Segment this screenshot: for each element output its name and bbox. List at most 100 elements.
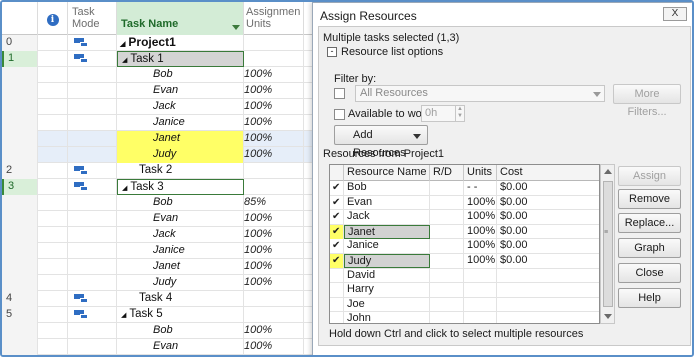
check-column-header[interactable] xyxy=(330,165,344,181)
rd-cell[interactable] xyxy=(430,195,464,210)
collapse-options-button[interactable]: - xyxy=(327,47,337,57)
task-mode-cell[interactable] xyxy=(68,211,117,227)
assign-button[interactable]: Assign xyxy=(618,166,681,186)
task-name-cell[interactable]: Judy xyxy=(117,147,244,163)
row-id-cell[interactable] xyxy=(2,147,38,163)
task-mode-cell[interactable] xyxy=(68,227,117,243)
row-id-cell[interactable] xyxy=(2,67,38,83)
table-row[interactable]: Evan 100% xyxy=(2,211,332,227)
row-id-cell[interactable] xyxy=(2,339,38,355)
task-name-cell[interactable]: ◢ Task 1 xyxy=(117,51,244,67)
replace-button[interactable]: Replace... xyxy=(618,213,681,233)
row-id-cell[interactable] xyxy=(2,195,38,211)
table-row[interactable]: Evan 100% xyxy=(2,83,332,99)
rd-cell[interactable] xyxy=(430,210,464,225)
assigned-check-icon[interactable]: ✔ xyxy=(330,181,344,195)
table-row[interactable]: 4 Task 4 xyxy=(2,291,332,307)
task-name-cell[interactable]: Janet xyxy=(117,259,244,275)
assignment-units-cell[interactable]: 85% xyxy=(244,195,304,211)
cost-cell[interactable]: $0.00 xyxy=(497,254,599,268)
assigned-check-icon[interactable] xyxy=(330,297,344,312)
resource-name-cell[interactable]: Bob xyxy=(344,181,430,195)
close-button[interactable]: Close xyxy=(618,263,681,283)
assignment-units-cell[interactable] xyxy=(244,163,304,179)
rd-cell[interactable] xyxy=(430,254,464,268)
task-name-cell[interactable]: ◢ Task 5 xyxy=(117,307,244,323)
table-row[interactable]: Bob 100% xyxy=(2,67,332,83)
task-mode-cell[interactable] xyxy=(68,275,117,291)
table-row[interactable]: 5 ◢ Task 5 xyxy=(2,307,332,323)
available-hours-input[interactable]: 0h ▲ ▼ xyxy=(421,105,465,122)
units-cell[interactable]: 100% xyxy=(464,195,497,210)
task-name-cell[interactable]: Janice xyxy=(117,243,244,259)
collapse-triangle-icon[interactable]: ◢ xyxy=(122,57,127,64)
scroll-down-icon[interactable] xyxy=(604,314,612,319)
task-name-cell[interactable]: Evan xyxy=(117,339,244,355)
filter-by-checkbox[interactable] xyxy=(334,88,345,99)
row-id-cell[interactable] xyxy=(2,99,38,115)
close-icon[interactable]: X xyxy=(663,7,687,21)
task-mode-cell[interactable] xyxy=(68,99,117,115)
task-mode-cell[interactable] xyxy=(68,163,117,179)
units-cell[interactable]: 100% xyxy=(464,224,497,239)
resource-row[interactable]: David xyxy=(330,268,599,284)
assignment-units-column-header[interactable]: Assignmen Units xyxy=(244,2,304,35)
table-row[interactable]: 1 ◢ Task 1 xyxy=(2,51,332,67)
task-name-cell[interactable]: Jack xyxy=(117,227,244,243)
task-name-cell[interactable]: Task 4 xyxy=(117,291,244,307)
cost-cell[interactable] xyxy=(497,298,599,312)
rd-cell[interactable] xyxy=(430,224,464,239)
assigned-check-icon[interactable]: ✔ xyxy=(330,239,344,254)
resource-name-cell[interactable]: Janet xyxy=(344,224,430,239)
table-row[interactable]: 2 Task 2 xyxy=(2,163,332,179)
assigned-check-icon[interactable]: ✔ xyxy=(330,210,344,225)
task-mode-cell[interactable] xyxy=(68,51,117,67)
units-cell[interactable] xyxy=(464,268,497,283)
collapse-triangle-icon[interactable]: ◢ xyxy=(122,185,127,192)
task-mode-cell[interactable] xyxy=(68,291,117,307)
task-mode-cell[interactable] xyxy=(68,179,117,195)
assignment-units-cell[interactable] xyxy=(244,307,304,323)
units-cell[interactable] xyxy=(464,312,497,323)
task-name-cell[interactable]: Evan xyxy=(117,211,244,227)
task-name-cell[interactable]: ◢ Task 3 xyxy=(117,179,244,195)
units-cell[interactable] xyxy=(464,297,497,312)
table-row[interactable]: 3 ◢ Task 3 xyxy=(2,179,332,195)
assignment-units-cell[interactable]: 100% xyxy=(244,115,304,131)
collapse-triangle-icon[interactable]: ◢ xyxy=(121,312,126,319)
assignment-units-cell[interactable]: 100% xyxy=(244,99,304,115)
row-id-cell[interactable]: 4 xyxy=(2,291,38,307)
task-name-cell[interactable]: Task 2 xyxy=(117,163,244,179)
row-id-cell[interactable] xyxy=(2,227,38,243)
units-column-header[interactable]: Units xyxy=(464,165,497,181)
table-row[interactable]: Judy 100% xyxy=(2,275,332,291)
cost-cell[interactable]: $0.00 xyxy=(497,239,599,253)
task-mode-cell[interactable] xyxy=(68,83,117,99)
cost-cell[interactable]: $0.00 xyxy=(497,181,599,195)
task-mode-column-header[interactable]: Task Mode xyxy=(68,2,117,35)
resource-row[interactable]: ✔ Janet 100% $0.00 xyxy=(330,224,599,240)
table-row[interactable]: Judy 100% xyxy=(2,147,332,163)
table-row[interactable]: Evan 100% xyxy=(2,339,332,355)
task-name-cell[interactable]: Jack xyxy=(117,99,244,115)
assignment-units-cell[interactable]: 100% xyxy=(244,227,304,243)
table-row[interactable]: Bob 85% xyxy=(2,195,332,211)
resource-row[interactable]: John xyxy=(330,312,599,323)
indicators-column-header[interactable]: i xyxy=(38,2,68,35)
scroll-up-icon[interactable] xyxy=(604,169,612,174)
units-cell[interactable]: 100% xyxy=(464,210,497,225)
cost-cell[interactable]: $0.00 xyxy=(497,225,599,239)
id-column-header[interactable] xyxy=(2,2,38,35)
rd-cell[interactable] xyxy=(430,239,464,254)
task-mode-cell[interactable] xyxy=(68,67,117,83)
row-id-cell[interactable]: 1 xyxy=(2,51,38,67)
units-cell[interactable] xyxy=(464,283,497,298)
rd-cell[interactable] xyxy=(430,181,464,195)
table-row[interactable]: Janice 100% xyxy=(2,243,332,259)
rd-cell[interactable] xyxy=(430,297,464,312)
rd-cell[interactable] xyxy=(430,283,464,298)
assignment-units-cell[interactable]: 100% xyxy=(244,147,304,163)
task-mode-cell[interactable] xyxy=(68,307,117,323)
available-to-work-checkbox[interactable] xyxy=(334,109,345,120)
row-id-cell[interactable] xyxy=(2,131,38,147)
